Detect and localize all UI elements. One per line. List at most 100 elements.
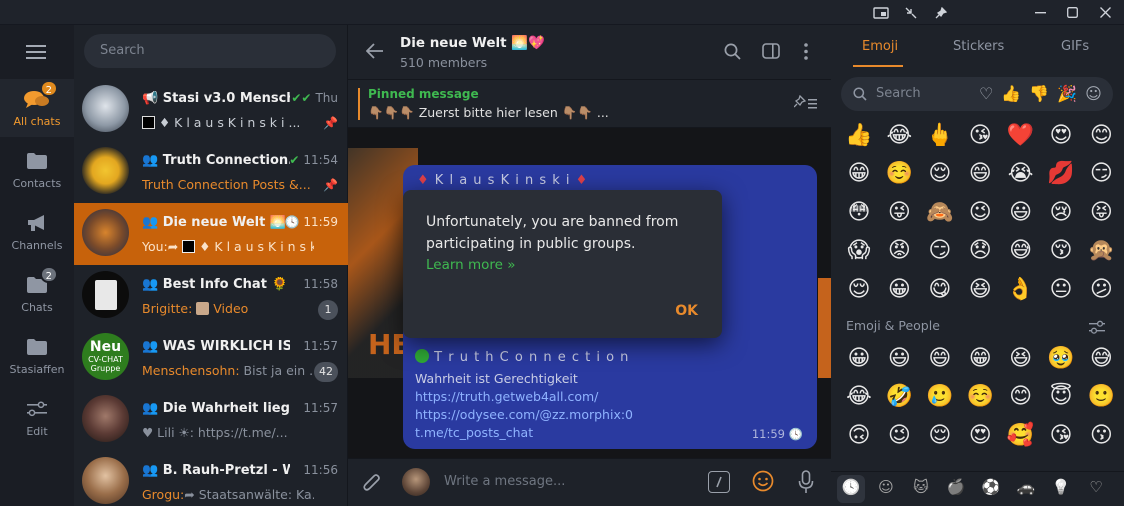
emoji-cell[interactable]: 😂 xyxy=(840,378,878,416)
emoji-cell[interactable]: 🙂 xyxy=(1082,378,1120,416)
search-input[interactable]: Search xyxy=(84,34,336,68)
tab-gifs[interactable]: GIFs xyxy=(1061,39,1089,54)
folder-edit[interactable]: Edit xyxy=(0,389,74,447)
emoji-cell[interactable]: 😏 xyxy=(921,232,959,270)
emoji-cell[interactable]: 😕 xyxy=(1082,270,1120,308)
chat-list-item[interactable]: NeuCV-CHATGruppe 👥 WAS WIRKLICH IST - ..… xyxy=(74,327,348,389)
emoji-cell[interactable]: 😆 xyxy=(961,270,999,308)
pinned-list-icon[interactable] xyxy=(793,94,818,115)
emoji-cell[interactable]: 😋 xyxy=(921,270,959,308)
attach-icon[interactable] xyxy=(362,472,382,498)
chat-list-item[interactable]: 👥 Best Info Chat 🌻 11:58 Brigitte: Video… xyxy=(74,265,348,327)
emoji-cell[interactable]: 😅 xyxy=(1082,339,1120,377)
search-icon[interactable] xyxy=(724,43,741,64)
emoji-cell[interactable]: 🖕 xyxy=(921,116,959,154)
emoji-cell[interactable]: 😍 xyxy=(961,416,999,454)
heart-icon[interactable]: ♡ xyxy=(1083,478,1109,500)
emoji-cell[interactable]: 😉 xyxy=(961,193,999,231)
tab-stickers[interactable]: Stickers xyxy=(953,39,1004,54)
chat-header-title[interactable]: Die neue Welt 🌅💖 xyxy=(400,35,545,51)
emoji-cell[interactable]: 😀 xyxy=(880,270,918,308)
pin-window-icon[interactable] xyxy=(926,0,956,25)
emoji-cell[interactable]: 👌 xyxy=(1002,270,1040,308)
emoji-search-input[interactable]: Search ♡👍👎🎉☺ xyxy=(841,77,1113,111)
emoji-filter-icons[interactable]: ♡👍👎🎉☺ xyxy=(979,84,1110,103)
emoji-cell[interactable]: 😌 xyxy=(921,416,959,454)
collapse-icon[interactable] xyxy=(896,0,926,25)
emoji-cell[interactable]: 😍 xyxy=(1042,116,1080,154)
emoji-cell[interactable]: 🥰 xyxy=(1002,416,1040,454)
pinned-message-bar[interactable]: Pinned message 👇🏽👇🏽👇🏽 Zuerst bitte hier … xyxy=(348,80,831,128)
message-input[interactable]: Write a message... xyxy=(444,474,565,489)
cat-icon[interactable]: 🐱 xyxy=(908,478,934,500)
folder-all-chats[interactable]: 2 All chats xyxy=(0,79,74,137)
emoji-cell[interactable]: 🙊 xyxy=(1082,232,1120,270)
emoji-cell[interactable]: 😢 xyxy=(1042,193,1080,231)
emoji-cell[interactable]: 😄 xyxy=(921,339,959,377)
chat-list-item-active[interactable]: 👥 Die neue Welt 🌅 🕓 11:59 You:➦ ♦ K l a u… xyxy=(74,203,348,265)
emoji-cell[interactable]: 😄 xyxy=(961,155,999,193)
emoji-cell[interactable]: ☺️ xyxy=(961,378,999,416)
emoji-cell[interactable]: 🥹 xyxy=(1042,339,1080,377)
emoji-cell[interactable]: 🙈 xyxy=(921,193,959,231)
emoji-cell[interactable]: 🤣 xyxy=(880,378,918,416)
folder-chats[interactable]: 2 Chats xyxy=(0,265,74,323)
smile-icon[interactable]: ☺ xyxy=(873,478,899,500)
emoji-cell[interactable]: 💋 xyxy=(1042,155,1080,193)
chat-list-item[interactable]: 👥 Die Wahrheit liegt a... 11:57 ♥ Lili ☀… xyxy=(74,389,348,451)
folder-stasiaffen[interactable]: Stasiaffen xyxy=(0,327,74,385)
ok-button[interactable]: OK xyxy=(675,303,698,319)
emoji-cell[interactable]: 😀 xyxy=(840,339,878,377)
more-options-icon[interactable] xyxy=(804,43,808,64)
emoji-cell[interactable]: 😃 xyxy=(880,339,918,377)
apple-icon[interactable]: 🍎 xyxy=(943,478,969,500)
emoji-cell[interactable]: 😇 xyxy=(1042,378,1080,416)
emoji-cell[interactable]: 😅 xyxy=(1002,232,1040,270)
clock-icon[interactable]: 🕓 xyxy=(838,478,864,500)
emoji-cell[interactable]: 😳 xyxy=(840,193,878,231)
emoji-cell[interactable]: 😡 xyxy=(880,232,918,270)
emoji-cell[interactable]: 😚 xyxy=(1042,232,1080,270)
folder-contacts[interactable]: Contacts xyxy=(0,141,74,199)
emoji-cell[interactable]: 😊 xyxy=(1002,378,1040,416)
emoji-settings-icon[interactable] xyxy=(1089,320,1105,338)
message-link[interactable]: https://truth.getweb4all.com/ xyxy=(415,388,633,406)
emoji-cell[interactable]: 😜 xyxy=(880,193,918,231)
emoji-cell[interactable]: 🥲 xyxy=(921,378,959,416)
emoji-cell[interactable]: 😉 xyxy=(880,416,918,454)
emoji-cell[interactable]: 🙃 xyxy=(840,416,878,454)
emoji-cell[interactable]: 😗 xyxy=(1082,416,1120,454)
screen-icon[interactable] xyxy=(866,0,896,25)
emoji-cell[interactable]: ☺️ xyxy=(880,155,918,193)
chat-list-item[interactable]: 📢 Stasi v3.0 Mensche... ✔✔Thu ♦ K l a u … xyxy=(74,79,348,141)
emoji-cell[interactable]: 😁 xyxy=(840,155,878,193)
tab-emoji[interactable]: Emoji xyxy=(862,39,898,54)
emoji-cell[interactable]: 😏 xyxy=(1082,155,1120,193)
emoji-cell[interactable]: 😊 xyxy=(1082,116,1120,154)
microphone-icon[interactable] xyxy=(798,470,814,498)
emoji-cell[interactable]: 😘 xyxy=(1042,416,1080,454)
emoji-cell[interactable]: 😘 xyxy=(961,116,999,154)
learn-more-link[interactable]: Learn more » xyxy=(426,257,516,273)
back-arrow-icon[interactable] xyxy=(365,43,384,63)
avatar[interactable] xyxy=(402,468,430,496)
maximize-button[interactable] xyxy=(1056,0,1088,25)
car-icon[interactable]: 🚗 xyxy=(1013,478,1039,500)
emoji-cell[interactable]: 😞 xyxy=(961,232,999,270)
emoji-cell[interactable]: 😌 xyxy=(840,270,878,308)
message-link[interactable]: t.me/tc_posts_chat xyxy=(415,424,633,442)
bot-commands-icon[interactable] xyxy=(708,471,730,493)
sidebar-toggle-icon[interactable] xyxy=(762,43,780,63)
emoji-cell[interactable]: 😆 xyxy=(1002,339,1040,377)
emoji-button-icon[interactable] xyxy=(752,470,774,496)
menu-icon[interactable] xyxy=(26,45,46,63)
emoji-cell[interactable]: 😃 xyxy=(1002,193,1040,231)
message-link[interactable]: https://odysee.com/@zz.morphix:0 xyxy=(415,406,633,424)
minimize-button[interactable] xyxy=(1024,0,1056,25)
emoji-cell[interactable]: 😁 xyxy=(961,339,999,377)
emoji-cell[interactable]: 😂 xyxy=(880,116,918,154)
close-button[interactable] xyxy=(1088,0,1122,25)
chat-list-item[interactable]: 👥 B. Rauh-Pretzl - Wah... 11:56 Grogu:➦ … xyxy=(74,451,348,506)
ball-icon[interactable]: ⚽ xyxy=(978,478,1004,500)
bulb-icon[interactable]: 💡 xyxy=(1048,478,1074,500)
